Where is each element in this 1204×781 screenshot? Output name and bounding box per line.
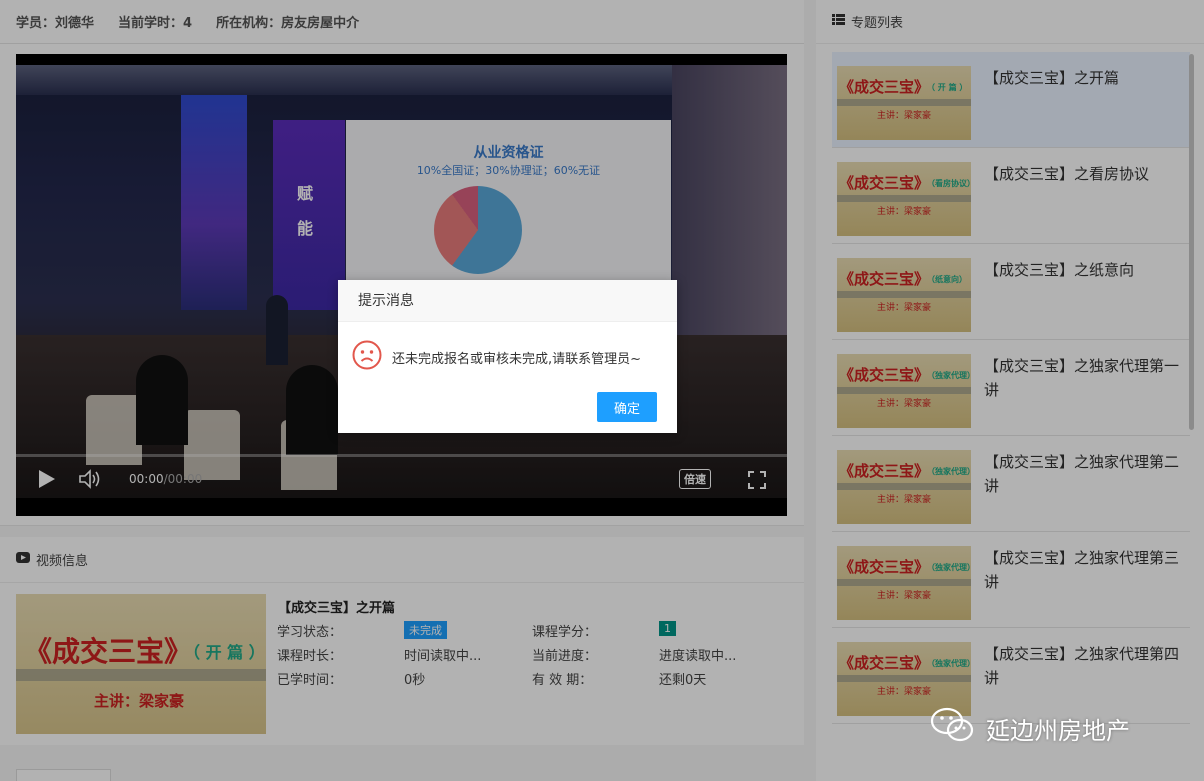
dialog-title: 提示消息 — [338, 280, 677, 322]
dialog-body: 还未完成报名或审核未完成,请联系管理员~ — [352, 340, 641, 374]
alert-dialog: 提示消息 还未完成报名或审核未完成,请联系管理员~ 确定 — [338, 280, 677, 433]
watermark-text: 延边州房地产 — [986, 716, 1130, 745]
confirm-button[interactable]: 确定 — [597, 392, 657, 422]
wechat-watermark: 延边州房地产 — [930, 705, 1130, 751]
dialog-message: 还未完成报名或审核未完成,请联系管理员~ — [392, 351, 642, 367]
sad-face-icon — [352, 340, 382, 374]
wechat-icon — [930, 705, 976, 751]
